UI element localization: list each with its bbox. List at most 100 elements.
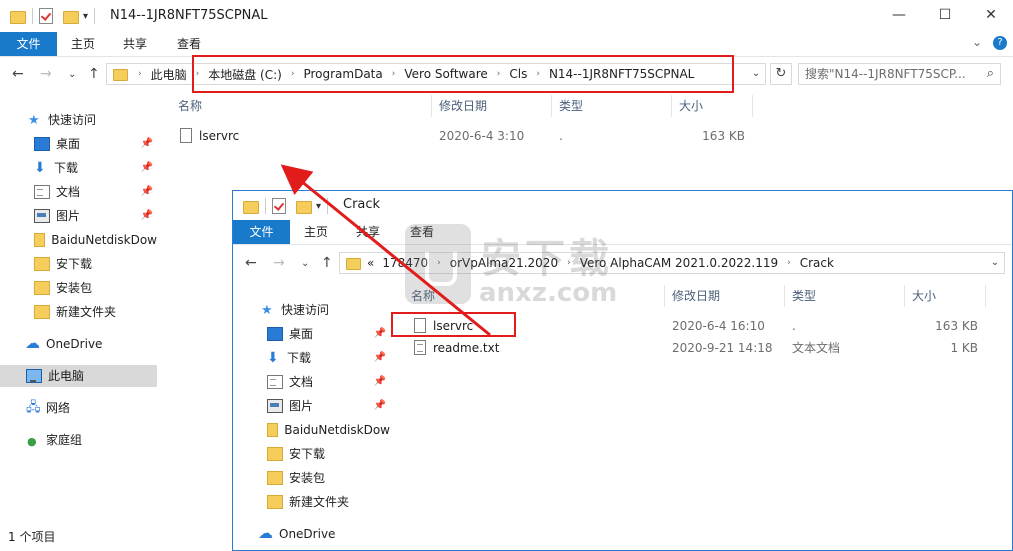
forward-arrow-icon[interactable]: → (273, 255, 285, 271)
column-divider[interactable] (664, 285, 665, 307)
sidebar-item-baidunetdisk[interactable]: BaiduNetdiskDow (233, 419, 390, 441)
tab-view[interactable]: 查看 (171, 32, 207, 56)
pin-icon[interactable]: 📌 (374, 347, 386, 369)
sidebar-item-label: 安装包 (56, 281, 93, 295)
column-header-type[interactable]: 类型 (792, 285, 816, 307)
column-header-type[interactable]: 类型 (559, 95, 583, 117)
help-icon[interactable]: ? (993, 36, 1007, 50)
column-header-date[interactable]: 修改日期 (672, 285, 720, 307)
sidebar-item-downloads[interactable]: 下载 📌 (0, 157, 157, 179)
chevron-down-icon[interactable]: ▾ (316, 201, 321, 212)
chevron-down-icon[interactable]: ▾ (83, 11, 88, 22)
column-divider[interactable] (551, 95, 552, 117)
pin-icon[interactable]: 📌 (374, 395, 386, 417)
breadcrumb[interactable]: Crack (800, 256, 834, 270)
expand-ribbon-icon[interactable]: ⌄ (972, 35, 982, 49)
back-arrow-icon[interactable]: ← (245, 255, 257, 271)
desktop-icon (267, 327, 283, 341)
sidebar-item-onedrive[interactable]: OneDrive (233, 522, 390, 545)
tab-view[interactable]: 查看 (404, 220, 440, 244)
sidebar-item-onedrive[interactable]: OneDrive (0, 332, 157, 355)
file-size: 163 KB (702, 129, 745, 143)
tab-home[interactable]: 主页 (298, 220, 334, 244)
sidebar-item-quick-access[interactable]: 快速访问 (233, 299, 390, 322)
pin-icon[interactable]: 📌 (141, 181, 153, 203)
column-header-size[interactable]: 大小 (679, 95, 703, 117)
recent-locations-icon[interactable]: ⌄ (301, 258, 309, 269)
column-header-size[interactable]: 大小 (912, 285, 936, 307)
highlight-box-address (192, 55, 734, 93)
properties-icon[interactable] (272, 198, 286, 214)
column-divider[interactable] (671, 95, 672, 117)
breadcrumb[interactable]: orVpAlma21.2020 (450, 256, 558, 270)
tab-home[interactable]: 主页 (65, 32, 101, 56)
sidebar-item-pictures[interactable]: 图片 📌 (0, 205, 157, 227)
breadcrumb-overflow[interactable]: « (367, 256, 374, 270)
sidebar-item-baidunetdisk[interactable]: BaiduNetdiskDow (0, 229, 157, 251)
sidebar-item-anxiazai[interactable]: 安下载 (233, 443, 390, 465)
sidebar-item-desktop[interactable]: 桌面 📌 (233, 323, 390, 345)
properties-icon[interactable] (39, 8, 53, 24)
sidebar-item-label: 桌面 (56, 137, 81, 151)
sidebar-item-desktop[interactable]: 桌面 📌 (0, 133, 157, 155)
tab-share[interactable]: 共享 (350, 220, 386, 244)
sidebar-item-quick-access[interactable]: 快速访问 (0, 109, 157, 132)
pin-icon[interactable]: 📌 (141, 157, 153, 179)
title-bar[interactable]: ▾ Crack (233, 191, 1012, 223)
back-arrow-icon[interactable]: ← (12, 66, 24, 82)
up-arrow-icon[interactable]: ↑ (88, 66, 100, 82)
sidebar-item-installers[interactable]: 安装包 (0, 277, 157, 299)
folder-icon (346, 258, 361, 270)
sidebar-item-new-folder[interactable]: 新建文件夹 (0, 301, 157, 323)
column-divider[interactable] (752, 95, 753, 117)
tab-share[interactable]: 共享 (117, 32, 153, 56)
breadcrumb[interactable]: 此电脑 (151, 66, 187, 83)
sidebar-item-network[interactable]: 网络 (0, 397, 157, 419)
minimize-button[interactable]: — (876, 0, 922, 32)
sidebar-item-homegroup[interactable]: 家庭组 (0, 429, 157, 453)
pin-icon[interactable]: 📌 (141, 205, 153, 227)
file-row-readme[interactable]: readme.txt 2020-9-21 14:18 文本文档 1 KB (414, 337, 994, 359)
sidebar-item-downloads[interactable]: 下载 📌 (233, 347, 390, 369)
file-size: 1 KB (950, 341, 978, 355)
breadcrumb[interactable]: 178470 (382, 256, 428, 270)
address-dropdown-icon[interactable]: ⌄ (985, 253, 1004, 273)
sidebar-item-this-pc[interactable]: 此电脑 (0, 365, 157, 387)
sidebar-item-documents[interactable]: 文档 📌 (233, 371, 390, 393)
column-header-name[interactable]: 名称 (178, 95, 202, 117)
folder-icon (243, 200, 259, 214)
column-divider[interactable] (431, 95, 432, 117)
column-header-name[interactable]: 名称 (411, 285, 435, 307)
separator (94, 8, 96, 24)
sidebar-item-new-folder[interactable]: 新建文件夹 (233, 491, 390, 513)
file-row-lservrc[interactable]: lservrc 2020-6-4 3:10 . 163 KB (180, 125, 760, 147)
search-input[interactable]: 搜索"N14--1JR8NFT75SCP... ⌕ (798, 63, 1001, 85)
tab-file[interactable]: 文件 (233, 220, 290, 244)
pin-icon[interactable]: 📌 (374, 323, 386, 345)
up-arrow-icon[interactable]: ↑ (321, 255, 333, 271)
breadcrumb[interactable]: Vero AlphaCAM 2021.0.2022.119 (580, 256, 778, 270)
forward-arrow-icon[interactable]: → (40, 66, 52, 82)
column-divider[interactable] (985, 285, 986, 307)
search-icon[interactable]: ⌕ (987, 64, 994, 84)
new-folder-icon[interactable] (296, 200, 312, 214)
sidebar-item-anxiazai[interactable]: 安下载 (0, 253, 157, 275)
tab-file[interactable]: 文件 (0, 32, 57, 56)
pin-icon[interactable]: 📌 (374, 371, 386, 393)
title-bar[interactable]: ▾ N14--1JR8NFT75SCPNAL — ☐ ✕ (0, 0, 1013, 32)
column-divider[interactable] (904, 285, 905, 307)
sidebar-item-documents[interactable]: 文档 📌 (0, 181, 157, 203)
close-button[interactable]: ✕ (968, 0, 1013, 32)
refresh-button[interactable]: ↻ (770, 63, 792, 85)
maximize-button[interactable]: ☐ (922, 0, 968, 32)
network-icon (26, 397, 41, 419)
recent-locations-icon[interactable]: ⌄ (68, 69, 76, 80)
new-folder-icon[interactable] (63, 10, 79, 24)
address-bar[interactable]: « 178470 › orVpAlma21.2020 › Vero AlphaC… (339, 252, 1005, 274)
sidebar-item-installers[interactable]: 安装包 (233, 467, 390, 489)
column-header-date[interactable]: 修改日期 (439, 95, 487, 117)
address-dropdown-icon[interactable]: ⌄ (746, 64, 765, 84)
sidebar-item-pictures[interactable]: 图片 📌 (233, 395, 390, 417)
pin-icon[interactable]: 📌 (141, 133, 153, 155)
column-divider[interactable] (784, 285, 785, 307)
